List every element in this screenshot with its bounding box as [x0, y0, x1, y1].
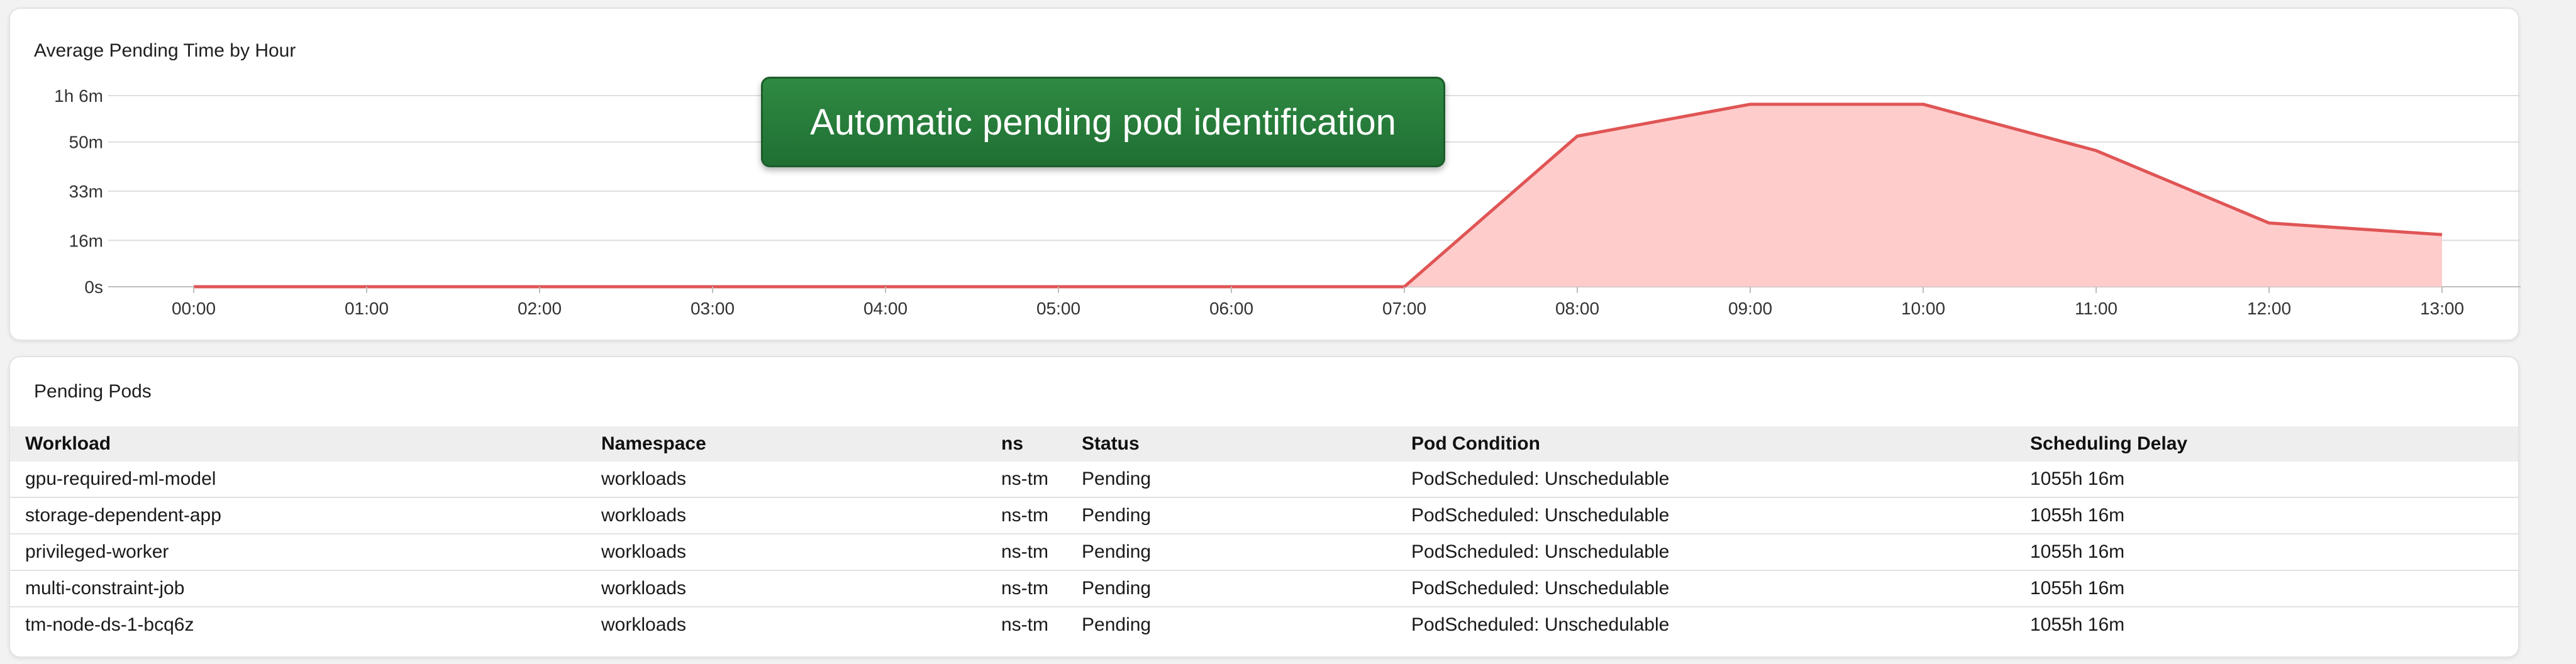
x-tick-label: 09:00 — [1728, 299, 1772, 318]
cell-ns: ns-tm — [986, 462, 1067, 498]
table-header-row: Workload Namespace ns Status Pod Conditi… — [10, 426, 2518, 462]
x-tick-label: 13:00 — [2420, 299, 2464, 318]
table-row[interactable]: multi-constraint-job workloads ns-tm Pen… — [10, 570, 2518, 607]
x-tick-label: 01:00 — [345, 299, 389, 318]
cell-workload: gpu-required-ml-model — [10, 462, 586, 498]
cell-status: Pending — [1067, 570, 1396, 607]
cell-pod-condition: PodScheduled: Unschedulable — [1396, 570, 2015, 607]
x-tick-label: 04:00 — [863, 299, 908, 318]
pods-table: Workload Namespace ns Status Pod Conditi… — [10, 426, 2518, 643]
cell-status: Pending — [1082, 614, 1152, 635]
cell-scheduling-delay: 1055h 16m — [2015, 497, 2518, 534]
x-tick-label: 06:00 — [1209, 299, 1253, 318]
table-row[interactable]: privileged-worker workloads ns-tm Pendin… — [10, 534, 2518, 571]
cell-status: Pending — [1067, 497, 1396, 534]
cell-scheduling-delay: 1055h 16m — [2030, 614, 2125, 635]
column-header-workload[interactable]: Workload — [10, 426, 586, 462]
table-row[interactable]: tm-node-ds-1-bcq6z workloads ns-tm Pendi… — [10, 607, 2518, 643]
cell-ns: ns-tm — [986, 534, 1067, 571]
cell-namespace: workloads — [586, 570, 986, 607]
table-row[interactable]: storage-dependent-app workloads ns-tm Pe… — [10, 497, 2518, 534]
x-tick-label: 03:00 — [691, 299, 735, 318]
x-tick-label: 00:00 — [172, 299, 216, 318]
cell-status: Pending — [1067, 534, 1396, 571]
cell-status: Pending — [1067, 462, 1396, 498]
column-header-pod-condition[interactable]: Pod Condition — [1396, 426, 2015, 462]
cell-scheduling-delay: 1055h 16m — [2015, 462, 2518, 498]
x-tick-label: 07:00 — [1382, 299, 1426, 318]
y-tick-label: 16m — [69, 231, 103, 250]
cell-ns: ns-tm — [986, 570, 1067, 607]
y-tick-label: 33m — [69, 182, 103, 201]
cell-workload: multi-constraint-job — [10, 570, 586, 607]
pods-panel: Pending Pods Workload Namespace ns Statu… — [9, 356, 2519, 658]
y-tick-label: 1h 6m — [54, 86, 103, 106]
cell-scheduling-delay: 1055h 16m — [2015, 534, 2518, 571]
y-tick-label: 50m — [69, 133, 103, 152]
cell-pod-condition: PodScheduled: Unschedulable — [1396, 497, 2015, 534]
cell-ns: ns-tm — [1001, 614, 1048, 635]
x-tick-label: 12:00 — [2247, 299, 2291, 318]
y-tick-label: 0s — [84, 277, 103, 297]
x-tick-label: 05:00 — [1036, 299, 1080, 318]
cell-ns: ns-tm — [986, 497, 1067, 534]
cell-pod-condition: PodScheduled: Unschedulable — [1396, 534, 2015, 571]
x-tick-label: 08:00 — [1555, 299, 1599, 318]
column-header-namespace[interactable]: Namespace — [586, 426, 986, 462]
x-tick-label: 11:00 — [2075, 299, 2118, 318]
cell-workload: privileged-worker — [10, 534, 586, 571]
column-header-status[interactable]: Status — [1067, 426, 1396, 462]
pending-time-chart: 0s 16m 33m 50m 1h 6m 00:00 01:00 02:00 03:00 04:0… — [54, 86, 2521, 318]
cell-namespace: workloads — [586, 534, 986, 571]
cell-scheduling-delay: 1055h 16m — [2015, 570, 2518, 607]
x-tick-label: 10:00 — [1901, 299, 1945, 318]
cell-pod-condition: PodScheduled: Unschedulable — [1396, 462, 2015, 498]
cell-workload: tm-node-ds-1-bcq6z — [25, 614, 194, 635]
cell-pod-condition: PodScheduled: Unschedulable — [1411, 614, 1670, 635]
cell-namespace: workloads — [586, 497, 986, 534]
cell-namespace: workloads — [601, 614, 687, 635]
callout-banner: Automatic pending pod identification — [761, 77, 1445, 167]
column-header-scheduling-delay[interactable]: Scheduling Delay — [2015, 426, 2518, 462]
pods-title: Pending Pods — [34, 381, 152, 402]
x-tick-label: 02:00 — [518, 299, 562, 318]
cell-workload: storage-dependent-app — [10, 497, 586, 534]
cell-namespace: workloads — [586, 462, 986, 498]
chart-panel: Average Pending Time by Hour 0s 16m 33m 50m… — [9, 8, 2521, 341]
table-row[interactable]: gpu-required-ml-model workloads ns-tm Pe… — [10, 462, 2518, 498]
column-header-ns[interactable]: ns — [986, 426, 1067, 462]
